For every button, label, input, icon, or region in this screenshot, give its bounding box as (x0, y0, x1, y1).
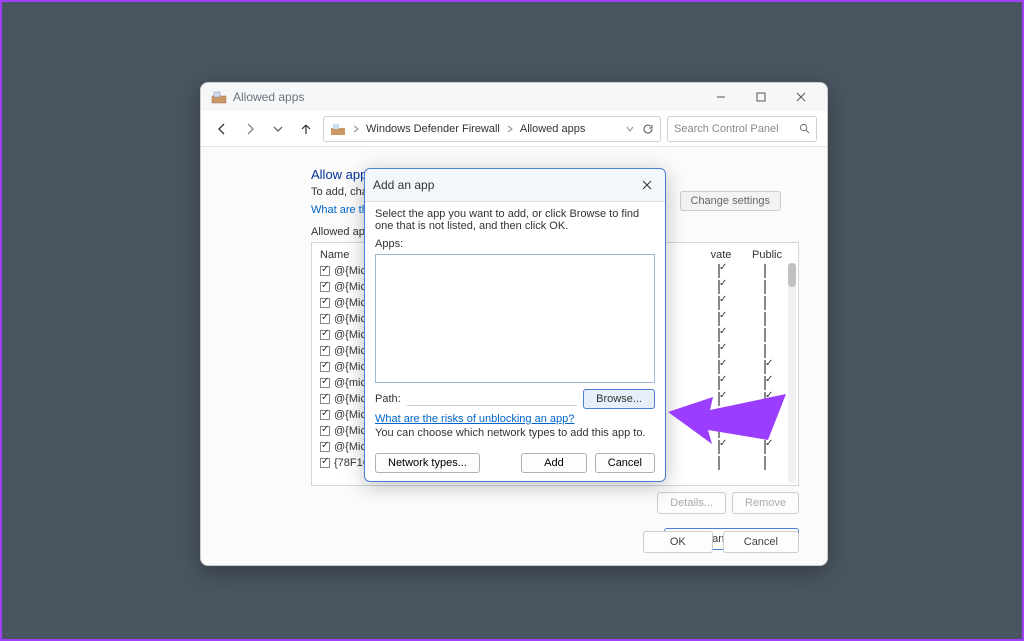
public-checkbox[interactable] (744, 393, 790, 405)
search-icon (799, 123, 810, 134)
private-checkbox[interactable] (698, 425, 744, 437)
search-placeholder: Search Control Panel (674, 123, 799, 135)
app-checkbox[interactable] (320, 330, 330, 340)
private-checkbox[interactable] (698, 329, 744, 341)
change-settings-button[interactable]: Change settings (680, 191, 782, 211)
window-title: Allowed apps (233, 90, 701, 104)
browse-button[interactable]: Browse... (583, 389, 655, 409)
app-checkbox[interactable] (320, 362, 330, 372)
public-checkbox[interactable] (744, 361, 790, 373)
firewall-icon (211, 89, 227, 105)
public-checkbox[interactable] (744, 313, 790, 325)
apps-label: Apps: (375, 238, 655, 250)
public-checkbox[interactable] (744, 297, 790, 309)
firewall-icon (330, 121, 346, 137)
private-checkbox[interactable] (698, 441, 744, 453)
public-checkbox[interactable] (744, 425, 790, 437)
network-type-desc: You can choose which network types to ad… (375, 427, 655, 439)
private-checkbox[interactable] (698, 297, 744, 309)
minimize-button[interactable] (701, 83, 741, 111)
add-button[interactable]: Add (521, 453, 587, 473)
breadcrumb-leaf[interactable]: Allowed apps (520, 123, 585, 135)
public-checkbox[interactable] (744, 441, 790, 453)
navbar: Windows Defender Firewall Allowed apps S… (201, 111, 827, 147)
network-types-button[interactable]: Network types... (375, 453, 480, 473)
details-button[interactable]: Details... (657, 492, 726, 514)
recent-dropdown-icon[interactable] (267, 118, 289, 140)
dialog-title: Add an app (373, 178, 637, 192)
dialog-cancel-button[interactable]: Cancel (595, 453, 655, 473)
remove-button[interactable]: Remove (732, 492, 799, 514)
private-checkbox[interactable] (698, 345, 744, 357)
public-checkbox[interactable] (744, 329, 790, 341)
public-checkbox[interactable] (744, 345, 790, 357)
private-checkbox[interactable] (698, 281, 744, 293)
col-private[interactable]: vate (698, 249, 744, 261)
back-button[interactable] (211, 118, 233, 140)
private-checkbox[interactable] (698, 409, 744, 421)
public-checkbox[interactable] (744, 281, 790, 293)
app-checkbox[interactable] (320, 394, 330, 404)
dialog-instruction: Select the app you want to add, or click… (375, 208, 655, 232)
close-button[interactable] (781, 83, 821, 111)
chevron-right-icon (352, 125, 360, 133)
app-checkbox[interactable] (320, 410, 330, 420)
titlebar: Allowed apps (201, 83, 827, 111)
public-checkbox[interactable] (744, 377, 790, 389)
apps-listbox[interactable] (375, 254, 655, 383)
chevron-right-icon (506, 125, 514, 133)
cancel-button[interactable]: Cancel (723, 531, 799, 553)
public-checkbox[interactable] (744, 457, 790, 469)
chevron-down-icon[interactable] (626, 125, 634, 133)
maximize-button[interactable] (741, 83, 781, 111)
path-input[interactable] (407, 392, 577, 406)
app-checkbox[interactable] (320, 314, 330, 324)
dialog-close-button[interactable] (637, 175, 657, 195)
search-input[interactable]: Search Control Panel (667, 116, 817, 142)
private-checkbox[interactable] (698, 313, 744, 325)
app-checkbox[interactable] (320, 442, 330, 452)
app-checkbox[interactable] (320, 458, 330, 468)
app-checkbox[interactable] (320, 426, 330, 436)
ok-button[interactable]: OK (643, 531, 713, 553)
public-checkbox[interactable] (744, 409, 790, 421)
app-checkbox[interactable] (320, 282, 330, 292)
add-app-dialog: Add an app Select the app you want to ad… (364, 168, 666, 482)
unblock-risks-link[interactable]: What are the risks of unblocking an app? (375, 413, 655, 425)
breadcrumb-root[interactable]: Windows Defender Firewall (366, 123, 500, 135)
app-checkbox[interactable] (320, 266, 330, 276)
public-checkbox[interactable] (744, 265, 790, 277)
app-checkbox[interactable] (320, 346, 330, 356)
private-checkbox[interactable] (698, 377, 744, 389)
dialog-titlebar: Add an app (365, 169, 665, 202)
private-checkbox[interactable] (698, 393, 744, 405)
private-checkbox[interactable] (698, 265, 744, 277)
private-checkbox[interactable] (698, 361, 744, 373)
app-checkbox[interactable] (320, 378, 330, 388)
path-label: Path: (375, 393, 401, 405)
refresh-icon[interactable] (642, 123, 654, 135)
scrollbar[interactable] (788, 263, 796, 483)
forward-button[interactable] (239, 118, 261, 140)
private-checkbox[interactable] (698, 457, 744, 469)
col-public[interactable]: Public (744, 249, 790, 261)
app-checkbox[interactable] (320, 298, 330, 308)
up-button[interactable] (295, 118, 317, 140)
breadcrumb[interactable]: Windows Defender Firewall Allowed apps (323, 116, 661, 142)
